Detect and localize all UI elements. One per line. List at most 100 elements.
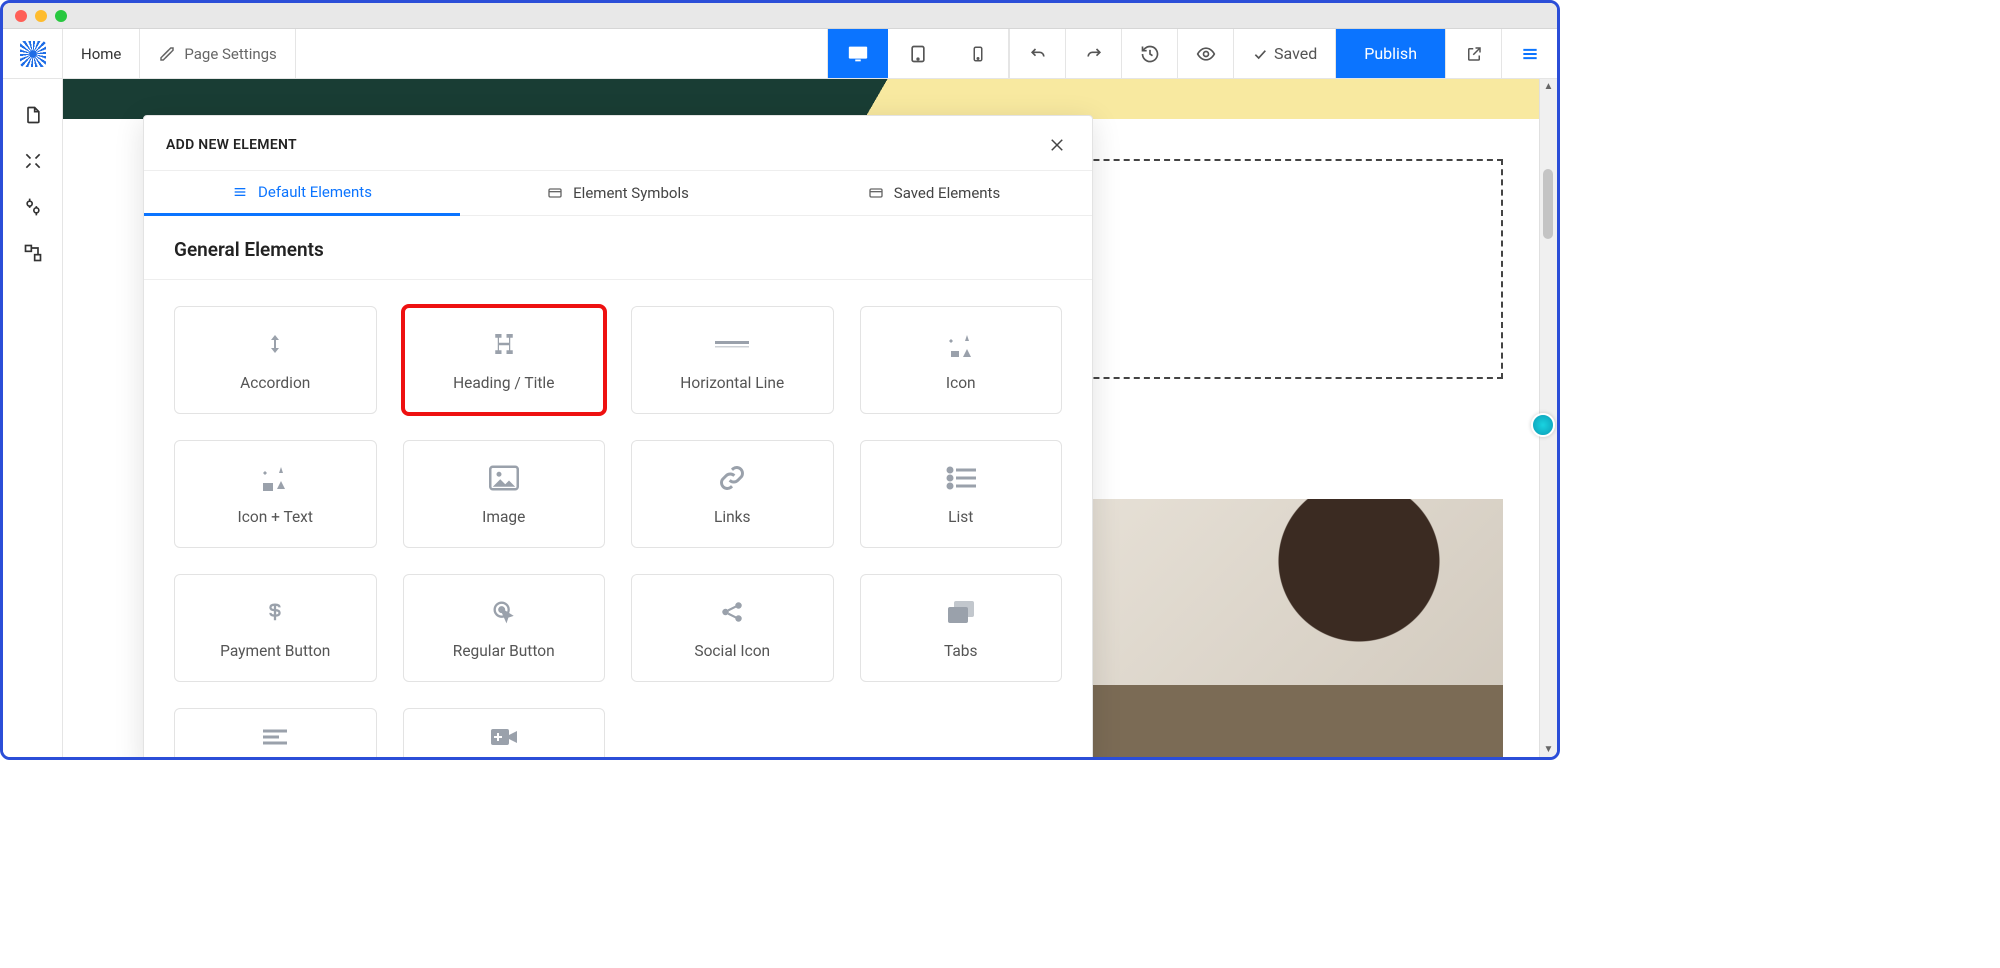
- undo-button[interactable]: [1009, 29, 1065, 78]
- element-label: Image: [482, 508, 525, 526]
- element-icon[interactable]: Icon: [860, 306, 1063, 414]
- tab-default-elements[interactable]: Default Elements: [144, 171, 460, 216]
- tab-label: Element Symbols: [573, 184, 689, 202]
- scroll-down-icon[interactable]: ▼: [1540, 744, 1557, 755]
- element-accordion[interactable]: Accordion: [174, 306, 377, 414]
- element-heading-title[interactable]: Heading / Title: [403, 306, 606, 414]
- check-icon: [1252, 46, 1268, 62]
- desktop-view-button[interactable]: [828, 29, 888, 78]
- icon-text-icon: [259, 462, 291, 494]
- element-label: Regular Button: [453, 642, 555, 660]
- canvas-header-stripe: [63, 79, 1539, 119]
- window-zoom-icon[interactable]: [55, 10, 67, 22]
- open-external-button[interactable]: [1445, 29, 1501, 78]
- add-element-modal: ADD NEW ELEMENT Default Elements: [143, 115, 1093, 757]
- topbar: Home Page Settings: [3, 29, 1557, 79]
- saved-label: Saved: [1274, 44, 1317, 63]
- modal-close-button[interactable]: [1044, 132, 1070, 158]
- device-switcher: [827, 29, 1009, 78]
- heading-icon: [489, 328, 519, 360]
- element-label: Icon + Text: [238, 508, 313, 526]
- element-social-icon[interactable]: Social Icon: [631, 574, 834, 682]
- accordion-icon: [263, 328, 287, 360]
- scroll-thumb[interactable]: [1543, 169, 1553, 239]
- modal-header: ADD NEW ELEMENT: [144, 116, 1092, 170]
- element-regular-button[interactable]: Regular Button: [403, 574, 606, 682]
- dollar-icon: [264, 596, 286, 628]
- click-icon: [490, 596, 518, 628]
- app-logo[interactable]: [3, 29, 63, 78]
- settings-rail-button[interactable]: [15, 189, 51, 225]
- page-settings-button[interactable]: Page Settings: [140, 29, 295, 78]
- topbar-right: Saved Publish: [1009, 29, 1557, 78]
- design-rail-button[interactable]: [15, 143, 51, 179]
- main-area: ADD NEW ELEMENT Default Elements: [3, 79, 1557, 757]
- page-settings-label: Page Settings: [184, 45, 276, 63]
- modal-title: ADD NEW ELEMENT: [166, 137, 297, 153]
- video-add-icon: [489, 721, 519, 753]
- app-window: Home Page Settings: [0, 0, 1560, 760]
- element-icon-text[interactable]: Icon + Text: [174, 440, 377, 548]
- saved-icon: [868, 185, 884, 201]
- menu-button[interactable]: [1501, 29, 1557, 78]
- tab-saved-elements[interactable]: Saved Elements: [776, 171, 1092, 215]
- element-label: Social Icon: [694, 642, 770, 660]
- mobile-view-button[interactable]: [948, 29, 1008, 78]
- element-tabs[interactable]: Tabs: [860, 574, 1063, 682]
- tabs-icon: [946, 596, 976, 628]
- element-partial-2[interactable]: [403, 708, 606, 757]
- canvas-image-block[interactable]: [1023, 499, 1503, 757]
- logo-icon: [20, 41, 46, 67]
- share-icon: [719, 596, 745, 628]
- list-icon: [232, 184, 248, 200]
- element-label: Links: [714, 508, 751, 526]
- link-icon: [718, 462, 746, 494]
- icon-icon: [945, 328, 977, 360]
- element-label: List: [948, 508, 973, 526]
- redo-button[interactable]: [1065, 29, 1121, 78]
- empty-drop-zone[interactable]: [1043, 159, 1503, 379]
- element-label: Tabs: [944, 642, 978, 660]
- elements-grid: Accordion Heading / Title Horizontal Lin…: [144, 280, 1092, 682]
- hr-icon: [715, 328, 749, 360]
- help-chat-button[interactable]: [1531, 413, 1555, 437]
- close-icon: [1048, 136, 1066, 154]
- tab-label: Saved Elements: [894, 184, 1000, 202]
- tools-icon: [158, 45, 176, 63]
- saved-indicator: Saved: [1233, 29, 1335, 78]
- tablet-view-button[interactable]: [888, 29, 948, 78]
- window-minimize-icon[interactable]: [35, 10, 47, 22]
- element-links[interactable]: Links: [631, 440, 834, 548]
- window-close-icon[interactable]: [15, 10, 27, 22]
- tab-label: Default Elements: [258, 183, 372, 201]
- element-payment-button[interactable]: Payment Button: [174, 574, 377, 682]
- element-label: Horizontal Line: [680, 374, 784, 392]
- list-element-icon: [946, 462, 976, 494]
- element-label: Heading / Title: [453, 374, 554, 392]
- publish-label: Publish: [1364, 44, 1417, 63]
- publish-button[interactable]: Publish: [1335, 29, 1445, 78]
- image-icon: [489, 462, 519, 494]
- history-button[interactable]: [1121, 29, 1177, 78]
- text-align-icon: [261, 721, 289, 753]
- canvas[interactable]: ADD NEW ELEMENT Default Elements: [63, 79, 1539, 757]
- structure-rail-button[interactable]: [15, 235, 51, 271]
- element-horizontal-line[interactable]: Horizontal Line: [631, 306, 834, 414]
- pages-rail-button[interactable]: [15, 97, 51, 133]
- scroll-up-icon[interactable]: ▲: [1540, 81, 1557, 92]
- element-image[interactable]: Image: [403, 440, 606, 548]
- home-label: Home: [81, 45, 121, 63]
- element-partial-1[interactable]: [174, 708, 377, 757]
- home-button[interactable]: Home: [63, 29, 140, 78]
- element-list[interactable]: List: [860, 440, 1063, 548]
- element-label: Icon: [946, 374, 976, 392]
- modal-tabs: Default Elements Element Symbols Saved E…: [144, 170, 1092, 216]
- left-rail: [3, 79, 63, 757]
- preview-button[interactable]: [1177, 29, 1233, 78]
- window-titlebar: [3, 3, 1557, 29]
- element-label: Payment Button: [220, 642, 330, 660]
- elements-grid-partial: [144, 682, 1092, 757]
- tab-element-symbols[interactable]: Element Symbols: [460, 171, 776, 215]
- symbol-icon: [547, 185, 563, 201]
- section-title: General Elements: [144, 216, 1092, 280]
